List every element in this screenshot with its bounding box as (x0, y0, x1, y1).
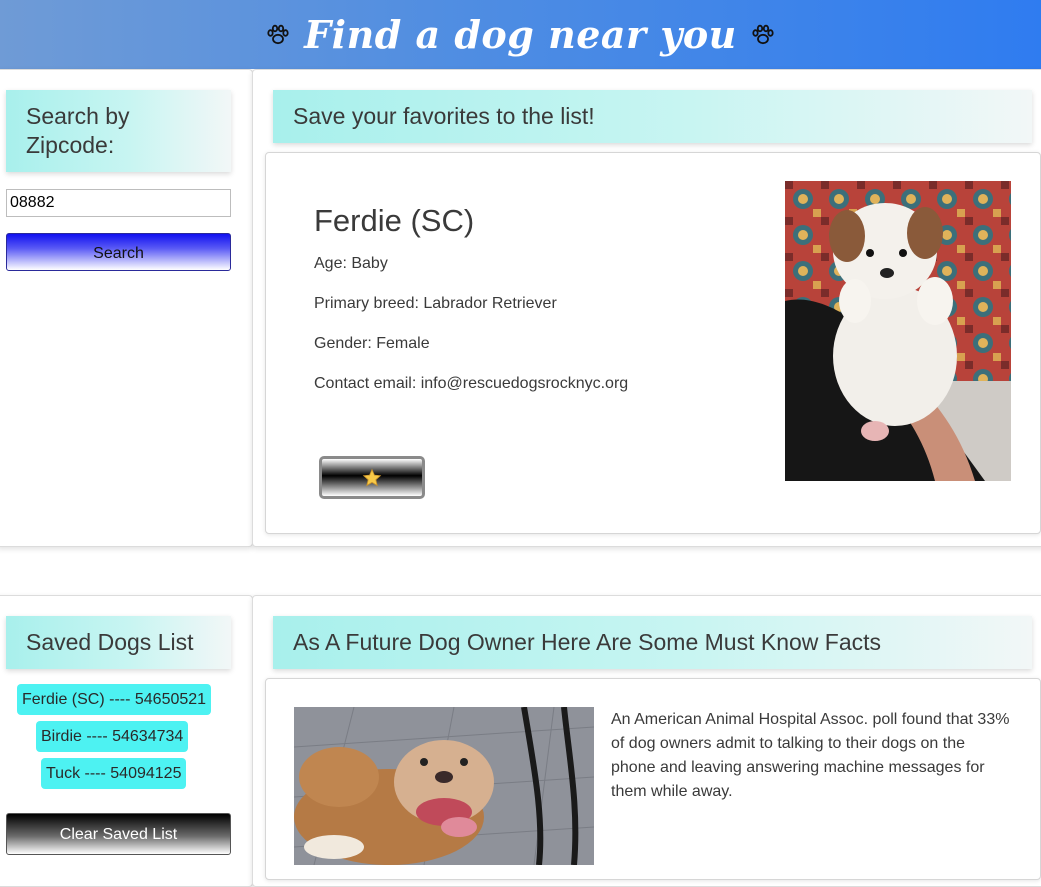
search-heading-text: Search by Zipcode: (26, 103, 130, 158)
favorites-heading-text: Save your favorites to the list! (293, 103, 595, 129)
favorites-heading: Save your favorites to the list! (273, 90, 1032, 143)
zipcode-input[interactable] (6, 189, 231, 217)
star-icon (362, 468, 382, 486)
paw-icon (752, 24, 774, 44)
page-header: Find a dog near you (0, 0, 1041, 69)
search-button[interactable]: Search (6, 233, 231, 271)
favorite-button[interactable] (319, 456, 425, 499)
paw-icon (267, 24, 289, 44)
page-title: Find a dog near you (304, 12, 737, 57)
saved-dog-item[interactable]: Ferdie (SC) ---- 54650521 (17, 684, 212, 715)
facts-heading: As A Future Dog Owner Here Are Some Must… (273, 616, 1032, 669)
bulldog-photo (294, 707, 594, 865)
dog-breed: Primary breed: Labrador Retriever (314, 295, 557, 312)
dog-name: Ferdie (SC) (314, 203, 475, 238)
saved-heading: Saved Dogs List (6, 616, 231, 669)
dog-photo (785, 181, 1011, 481)
saved-heading-text: Saved Dogs List (26, 629, 194, 655)
dog-age: Age: Baby (314, 255, 388, 272)
clear-saved-list-button[interactable]: Clear Saved List (6, 813, 231, 855)
saved-dog-item[interactable]: Tuck ---- 54094125 (41, 758, 187, 789)
dog-gender: Gender: Female (314, 335, 430, 352)
facts-heading-text: As A Future Dog Owner Here Are Some Must… (293, 629, 882, 655)
fact-text: An American Animal Hospital Assoc. poll … (611, 711, 1010, 800)
saved-dog-item[interactable]: Birdie ---- 54634734 (36, 721, 189, 752)
dog-contact-email: Contact email: info@rescuedogsrocknyc.or… (314, 375, 629, 392)
search-heading: Search by Zipcode: (6, 90, 231, 172)
